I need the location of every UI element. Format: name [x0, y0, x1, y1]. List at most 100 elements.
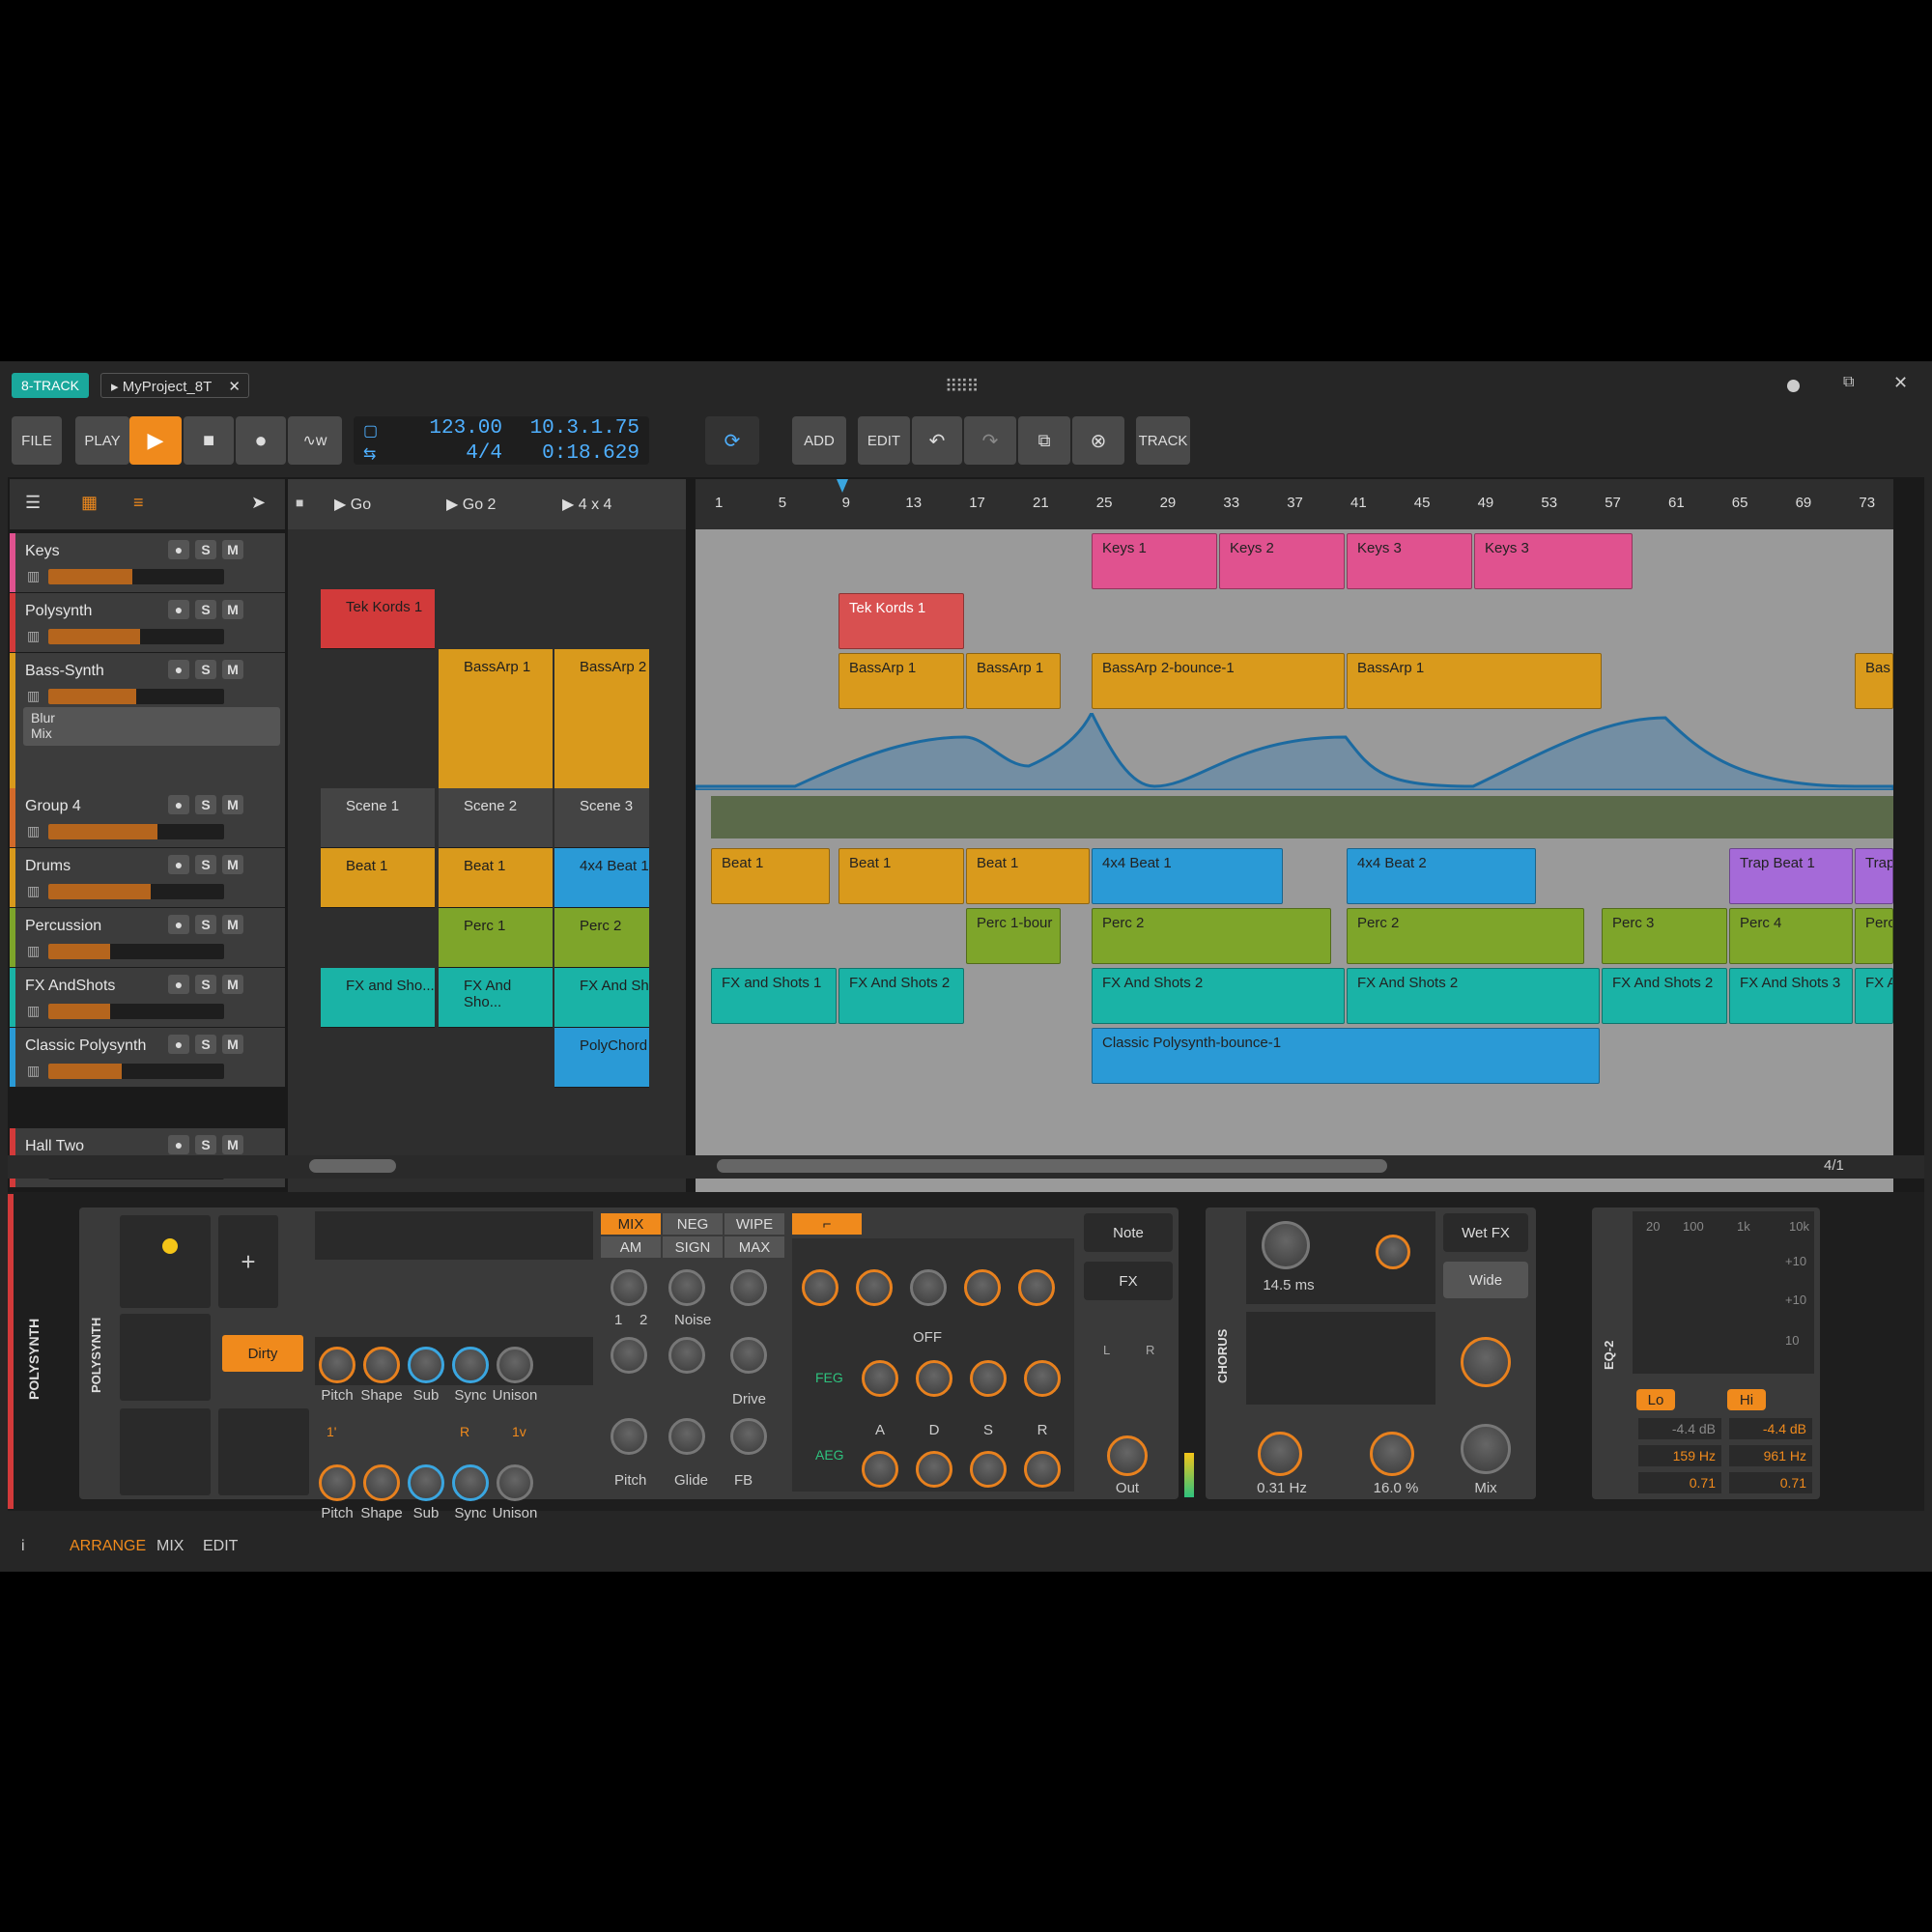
osc-knob[interactable] [497, 1347, 533, 1383]
time-signature-display[interactable]: 4/4 [425, 442, 502, 465]
arranger-clip[interactable]: Classic Polysynth-bounce-1 [1092, 1028, 1600, 1084]
envelope-knob[interactable] [916, 1360, 952, 1397]
close-tab-icon[interactable]: ✕ [228, 378, 241, 395]
filter-mode-value[interactable]: OFF [913, 1329, 942, 1346]
scene-row[interactable]: Scene 1 [321, 788, 435, 848]
neg-tab[interactable]: NEG [663, 1213, 723, 1235]
arranger-clip[interactable]: FX And Shots 2 [1092, 968, 1345, 1024]
position-bars-display[interactable]: 10.3.1.75 [522, 417, 639, 440]
mix-knob[interactable] [611, 1418, 647, 1455]
stop-all-icon[interactable]: ■ [296, 495, 303, 510]
loop-button[interactable]: ⟳ [705, 416, 759, 465]
depth-knob[interactable] [1370, 1432, 1414, 1476]
filter-knob[interactable] [910, 1269, 947, 1306]
arranger-clip[interactable]: 4x4 Beat 1 [1092, 848, 1283, 904]
arranger-clip[interactable]: Keys 1 [1092, 533, 1217, 589]
lo-gain-field[interactable]: -4.4 dB [1638, 1418, 1721, 1439]
filter-knob[interactable] [802, 1269, 838, 1306]
volume-fader[interactable] [48, 629, 224, 644]
launcher-clip[interactable]: Tek Kords 1 [321, 589, 435, 649]
track-menu-icon[interactable]: ☰ [25, 493, 41, 513]
arranger-clip[interactable]: FX A [1855, 968, 1893, 1024]
record-arm-button[interactable]: ● [168, 795, 189, 814]
arranger-clip[interactable]: Bas [1855, 653, 1893, 709]
track-header[interactable]: FX AndShots ● S M ▥ [10, 968, 285, 1028]
filter-knob[interactable] [1018, 1269, 1055, 1306]
arranger-clip[interactable]: Perc 4 [1729, 908, 1853, 964]
arranger-clip[interactable]: FX And Shots 2 [838, 968, 964, 1024]
arranger-clip[interactable]: Tek Kords 1 [838, 593, 964, 649]
osc-knob[interactable] [408, 1347, 444, 1383]
hi-band-button[interactable]: Hi [1727, 1389, 1766, 1410]
envelope-knob[interactable] [916, 1451, 952, 1488]
arranger-clip[interactable]: Keys 3 [1347, 533, 1472, 589]
filter-lowpass-tab[interactable]: ⌐ [792, 1213, 862, 1235]
solo-button[interactable]: S [195, 1135, 216, 1154]
mix-knob[interactable] [730, 1269, 767, 1306]
filter-knob[interactable] [964, 1269, 1001, 1306]
mix-tab[interactable]: MIX [601, 1213, 661, 1235]
arranger-clip[interactable]: Perc [1855, 908, 1893, 964]
xy-handle[interactable] [162, 1238, 178, 1254]
record-arm-button[interactable]: ● [168, 1035, 189, 1054]
delay-knob[interactable] [1262, 1221, 1310, 1269]
arranger-clip[interactable]: FX and Shots 1 [711, 968, 837, 1024]
record-arm-button[interactable]: ● [168, 540, 189, 559]
mute-button[interactable]: M [222, 540, 243, 559]
mute-button[interactable]: M [222, 975, 243, 994]
arranger-clip[interactable]: BassArp 2-bounce-1 [1092, 653, 1345, 709]
envelope-knob[interactable] [970, 1451, 1007, 1488]
record-arm-button[interactable]: ● [168, 600, 189, 619]
mix-knob[interactable] [611, 1269, 647, 1306]
automation-lane[interactable] [696, 713, 1893, 790]
am-tab[interactable]: AM [601, 1236, 661, 1258]
dirty-preset-button[interactable]: Dirty [222, 1335, 303, 1372]
loop-region-icon[interactable]: ▢ [363, 421, 378, 440]
arranger-clip[interactable]: Trap [1855, 848, 1893, 904]
solo-button[interactable]: S [195, 855, 216, 874]
launcher-clip[interactable]: BassArp 2 [554, 649, 649, 792]
lo-band-button[interactable]: Lo [1636, 1389, 1675, 1410]
arranger-clip[interactable]: Beat 1 [838, 848, 964, 904]
track-header[interactable]: Drums ● S M ▥ [10, 848, 285, 908]
track-button[interactable]: TRACK [1136, 416, 1190, 465]
mix-knob[interactable] [668, 1418, 705, 1455]
duplicate-button[interactable]: ⧉ [1018, 416, 1070, 465]
arranger-clip[interactable]: FX And Shots 3 [1729, 968, 1853, 1024]
osc-knob[interactable] [319, 1464, 355, 1501]
mix-knob[interactable] [611, 1337, 647, 1374]
lo-q-field[interactable]: 0.71 [1638, 1472, 1721, 1493]
arranger-clip[interactable]: BassArp 1 [966, 653, 1061, 709]
arranger-clip[interactable]: Perc 1-bour [966, 908, 1061, 964]
info-icon[interactable]: i [21, 1538, 25, 1555]
mix-knob[interactable] [1461, 1424, 1511, 1474]
envelope-knob[interactable] [1024, 1451, 1061, 1488]
wide-button[interactable]: Wide [1443, 1262, 1528, 1298]
arranger-clip[interactable]: Keys 3 [1474, 533, 1633, 589]
arranger-clip[interactable]: Trap Beat 1 [1729, 848, 1853, 904]
wipe-tab[interactable]: WIPE [724, 1213, 784, 1235]
launcher-clip[interactable]: PolyChord [554, 1028, 649, 1088]
arranger-clip[interactable]: BassArp 1 [838, 653, 964, 709]
arranger-clip[interactable]: Keys 2 [1219, 533, 1345, 589]
osc-knob[interactable] [497, 1464, 533, 1501]
sync-icon[interactable]: ⇆ [363, 444, 376, 464]
envelope-knob[interactable] [862, 1451, 898, 1488]
volume-fader[interactable] [48, 944, 224, 959]
mute-button[interactable]: M [222, 855, 243, 874]
app-badge[interactable]: 8-TRACK [12, 373, 89, 398]
pointer-tool-icon[interactable]: ➤ [251, 493, 266, 513]
mute-button[interactable]: M [222, 795, 243, 814]
launcher-clip[interactable]: 4x4 Beat 1 [554, 848, 649, 908]
arranger-clip[interactable]: Perc 2 [1347, 908, 1584, 964]
record-dot-icon[interactable] [1787, 380, 1800, 392]
scene-row[interactable]: Scene 3 [554, 788, 649, 848]
out-knob[interactable] [1107, 1435, 1148, 1476]
launcher-clip[interactable]: FX and Sho... [321, 968, 435, 1028]
osc-knob[interactable] [452, 1464, 489, 1501]
hi-q-field[interactable]: 0.71 [1729, 1472, 1812, 1493]
osc-value[interactable]: 1v [512, 1424, 526, 1439]
mute-button[interactable]: M [222, 1035, 243, 1054]
max-tab[interactable]: MAX [724, 1236, 784, 1258]
project-tab[interactable]: ▸ MyProject_8T ✕ [100, 373, 249, 398]
